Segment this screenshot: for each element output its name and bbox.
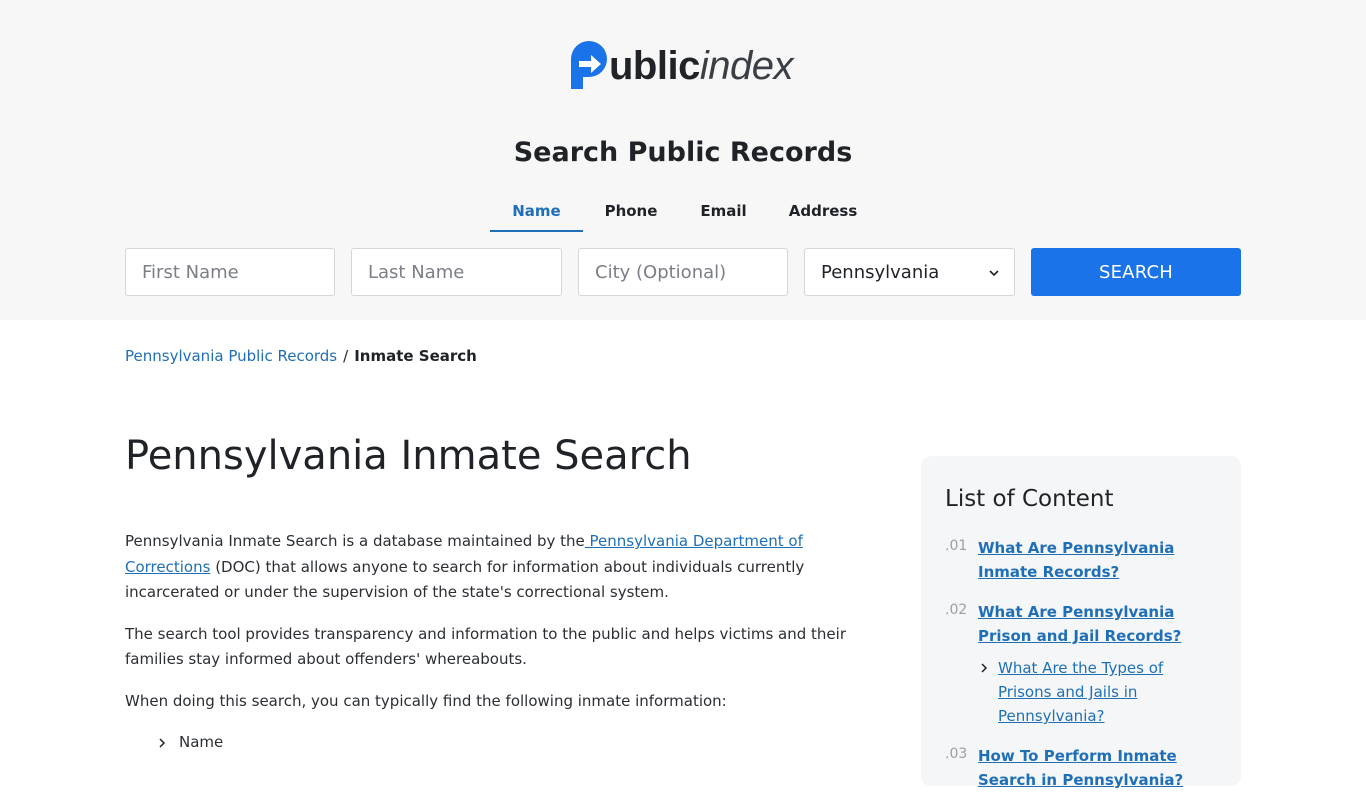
page-title: Pennsylvania Inmate Search (125, 433, 692, 479)
toc-link[interactable]: How To Perform Inmate Search in Pennsylv… (978, 744, 1217, 792)
last-name-input[interactable] (351, 248, 562, 296)
state-select-value: Pennsylvania (821, 262, 940, 283)
first-name-input[interactable] (125, 248, 335, 296)
chevron-down-icon (989, 270, 999, 277)
logo-text-italic: index (699, 44, 794, 88)
toc-title: List of Content (945, 486, 1114, 512)
toc-subitem: What Are the Types of Prisons and Jails … (978, 656, 1217, 728)
list-item: Name (157, 730, 870, 756)
logo-text-bold: ublic (609, 44, 700, 88)
tab-address[interactable]: Address (768, 192, 878, 232)
public-index-logo-icon (571, 41, 607, 89)
toc-number: .01 (945, 538, 968, 554)
toc-item: .03 How To Perform Inmate Search in Penn… (945, 744, 1217, 792)
table-of-contents: List of Content .01 What Are Pennsylvani… (921, 456, 1241, 789)
search-header: ublicindex Search Public Records Name Ph… (0, 0, 1366, 320)
article-paragraph-1: Pennsylvania Inmate Search is a database… (125, 529, 870, 606)
logo[interactable]: ublicindex (567, 38, 793, 94)
tab-name[interactable]: Name (490, 192, 583, 232)
inmate-info-list: Name (157, 730, 870, 756)
toc-item: .02 What Are Pennsylvania Prison and Jai… (945, 600, 1217, 648)
chevron-right-icon (981, 663, 988, 673)
article-paragraph-3: When doing this search, you can typicall… (125, 691, 727, 710)
search-button[interactable]: SEARCH (1031, 248, 1241, 296)
search-tabs: Name Phone Email Address (490, 192, 878, 232)
breadcrumb-current: Inmate Search (354, 347, 477, 365)
state-select[interactable]: Pennsylvania (804, 248, 1015, 296)
article-text: Pennsylvania Inmate Search is a database… (125, 532, 585, 550)
breadcrumb-parent-link[interactable]: Pennsylvania Public Records (125, 347, 337, 365)
chevron-right-icon (159, 738, 166, 748)
toc-link[interactable]: What Are Pennsylvania Inmate Records? (978, 536, 1217, 584)
tab-phone[interactable]: Phone (583, 192, 679, 232)
list-item-label: Name (179, 733, 224, 751)
toc-number: .02 (945, 602, 968, 618)
city-input[interactable] (578, 248, 788, 296)
search-form: Pennsylvania SEARCH (125, 248, 1241, 296)
toc-link[interactable]: What Are Pennsylvania Prison and Jail Re… (978, 600, 1217, 648)
breadcrumb: Pennsylvania Public Records / Inmate Sea… (125, 347, 477, 365)
breadcrumb-separator: / (343, 347, 349, 365)
hero-title: Search Public Records (513, 137, 853, 168)
article-text: (DOC) that allows anyone to search for i… (125, 557, 805, 602)
toc-item: .01 What Are Pennsylvania Inmate Records… (945, 536, 1217, 584)
toc-number: .03 (945, 746, 968, 762)
article-paragraph-2: The search tool provides transparency an… (125, 624, 846, 669)
toc-sublink[interactable]: What Are the Types of Prisons and Jails … (998, 656, 1217, 728)
tab-email[interactable]: Email (679, 192, 768, 232)
article-body: Pennsylvania Inmate Search is a database… (125, 529, 870, 756)
